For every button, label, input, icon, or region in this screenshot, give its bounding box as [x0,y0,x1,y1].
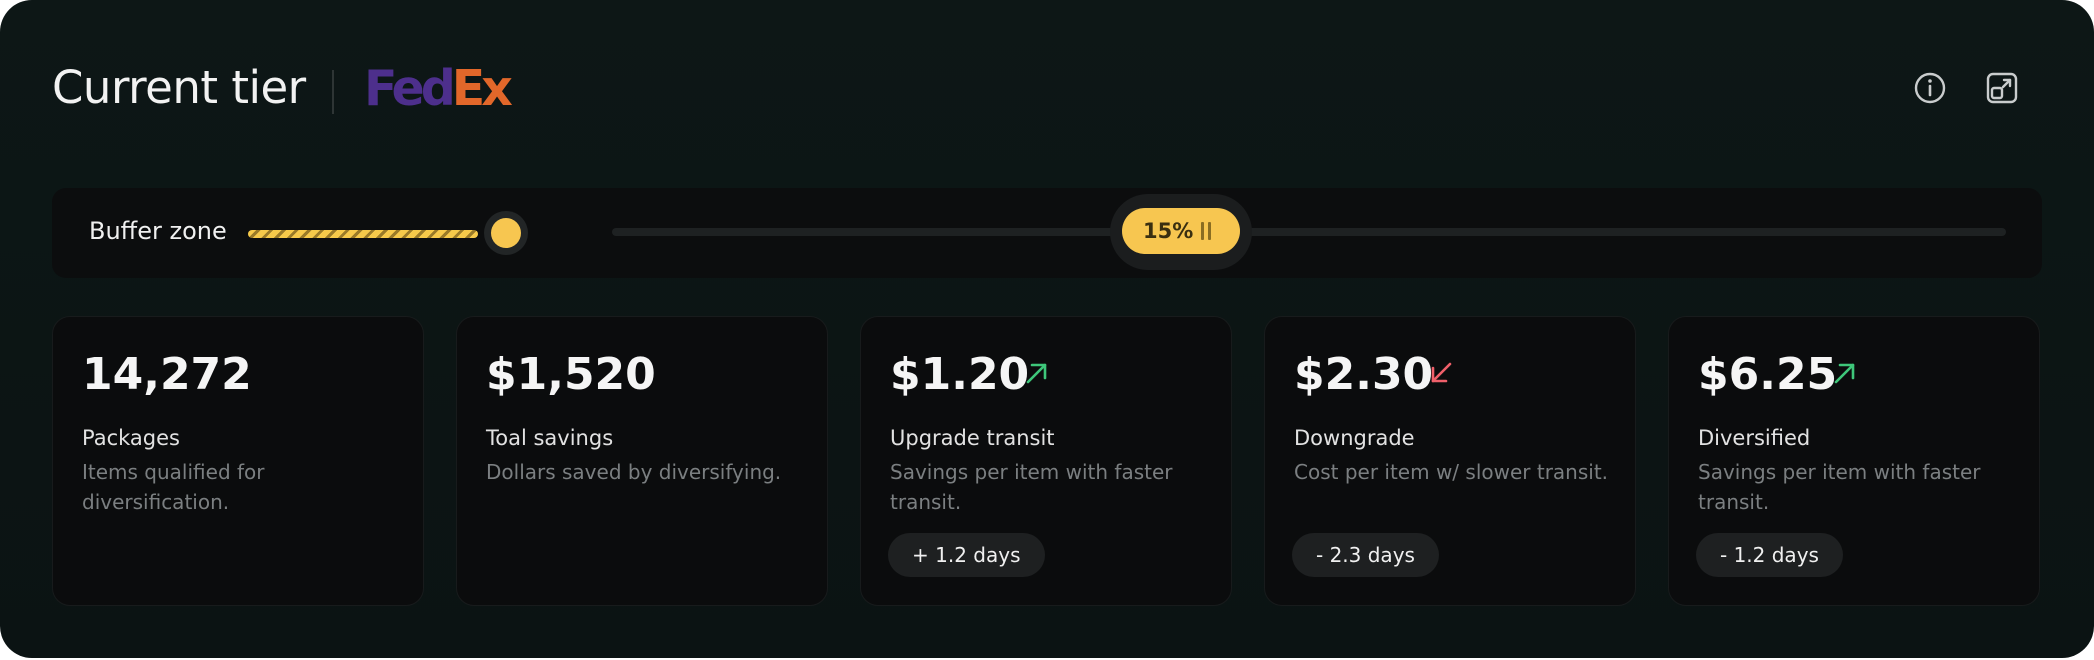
stat-card-diversified: $6.25 Diversified Savings per item with … [1668,316,2040,606]
stat-description: Dollars saved by diversifying. [486,460,782,484]
stat-card-downgrade: $2.30 Downgrade Cost per item w/ slower … [1264,316,1636,606]
transit-days-badge: + 1.2 days [888,533,1045,577]
stat-card-packages: 14,272 Packages Items qualified for dive… [52,316,424,606]
fedex-logo: FedEx [364,60,513,118]
title-divider [332,70,334,114]
stat-value: $6.25 [1698,349,1838,400]
buffer-zone-label: Buffer zone [89,217,227,245]
percent-value: 15% [1143,219,1194,243]
current-tier-panel: Current tier FedEx Buffer zone 15% 14,27… [0,0,2094,658]
stat-card-total-savings: $1,520 Toal savings Dollars saved by div… [456,316,828,606]
stat-description: Items qualified for diversification. [82,460,265,514]
transit-days-badge: - 2.3 days [1292,533,1439,577]
stat-label: Upgrade transit [890,426,1055,450]
logo-part-fed: Fed [364,60,456,117]
logo-part-ex: Ex [451,60,513,117]
drag-handle-icon [1198,220,1214,242]
stat-label: Toal savings [486,426,614,450]
stat-description: Savings per item with faster transit. [890,460,1173,514]
stat-value: $1,520 [486,349,656,400]
arrow-down-left-icon [1425,357,1457,389]
transit-days-badge: - 1.2 days [1696,533,1843,577]
stat-description: Cost per item w/ slower transit. [1294,460,1609,484]
stat-card-upgrade-transit: $1.20 Upgrade transit Savings per item w… [860,316,1232,606]
stat-label: Packages [82,426,180,450]
buffer-slider-bar: Buffer zone 15% [52,188,2042,278]
arrow-up-right-icon [1021,357,1053,389]
page-title: Current tier [52,61,306,114]
info-icon[interactable] [1910,68,1950,108]
stat-value: $1.20 [890,349,1030,400]
stat-description: Savings per item with faster transit. [1698,460,1981,514]
arrow-up-right-icon [1829,357,1861,389]
buffer-zone-track[interactable] [248,230,478,238]
stat-label: Downgrade [1294,426,1415,450]
stat-label: Diversified [1698,426,1811,450]
tier-slider-track[interactable] [612,228,2006,236]
expand-window-icon[interactable] [1982,68,2022,108]
buffer-zone-handle[interactable] [491,218,521,248]
stat-value: 14,272 [82,349,252,400]
stat-value: $2.30 [1294,349,1434,400]
